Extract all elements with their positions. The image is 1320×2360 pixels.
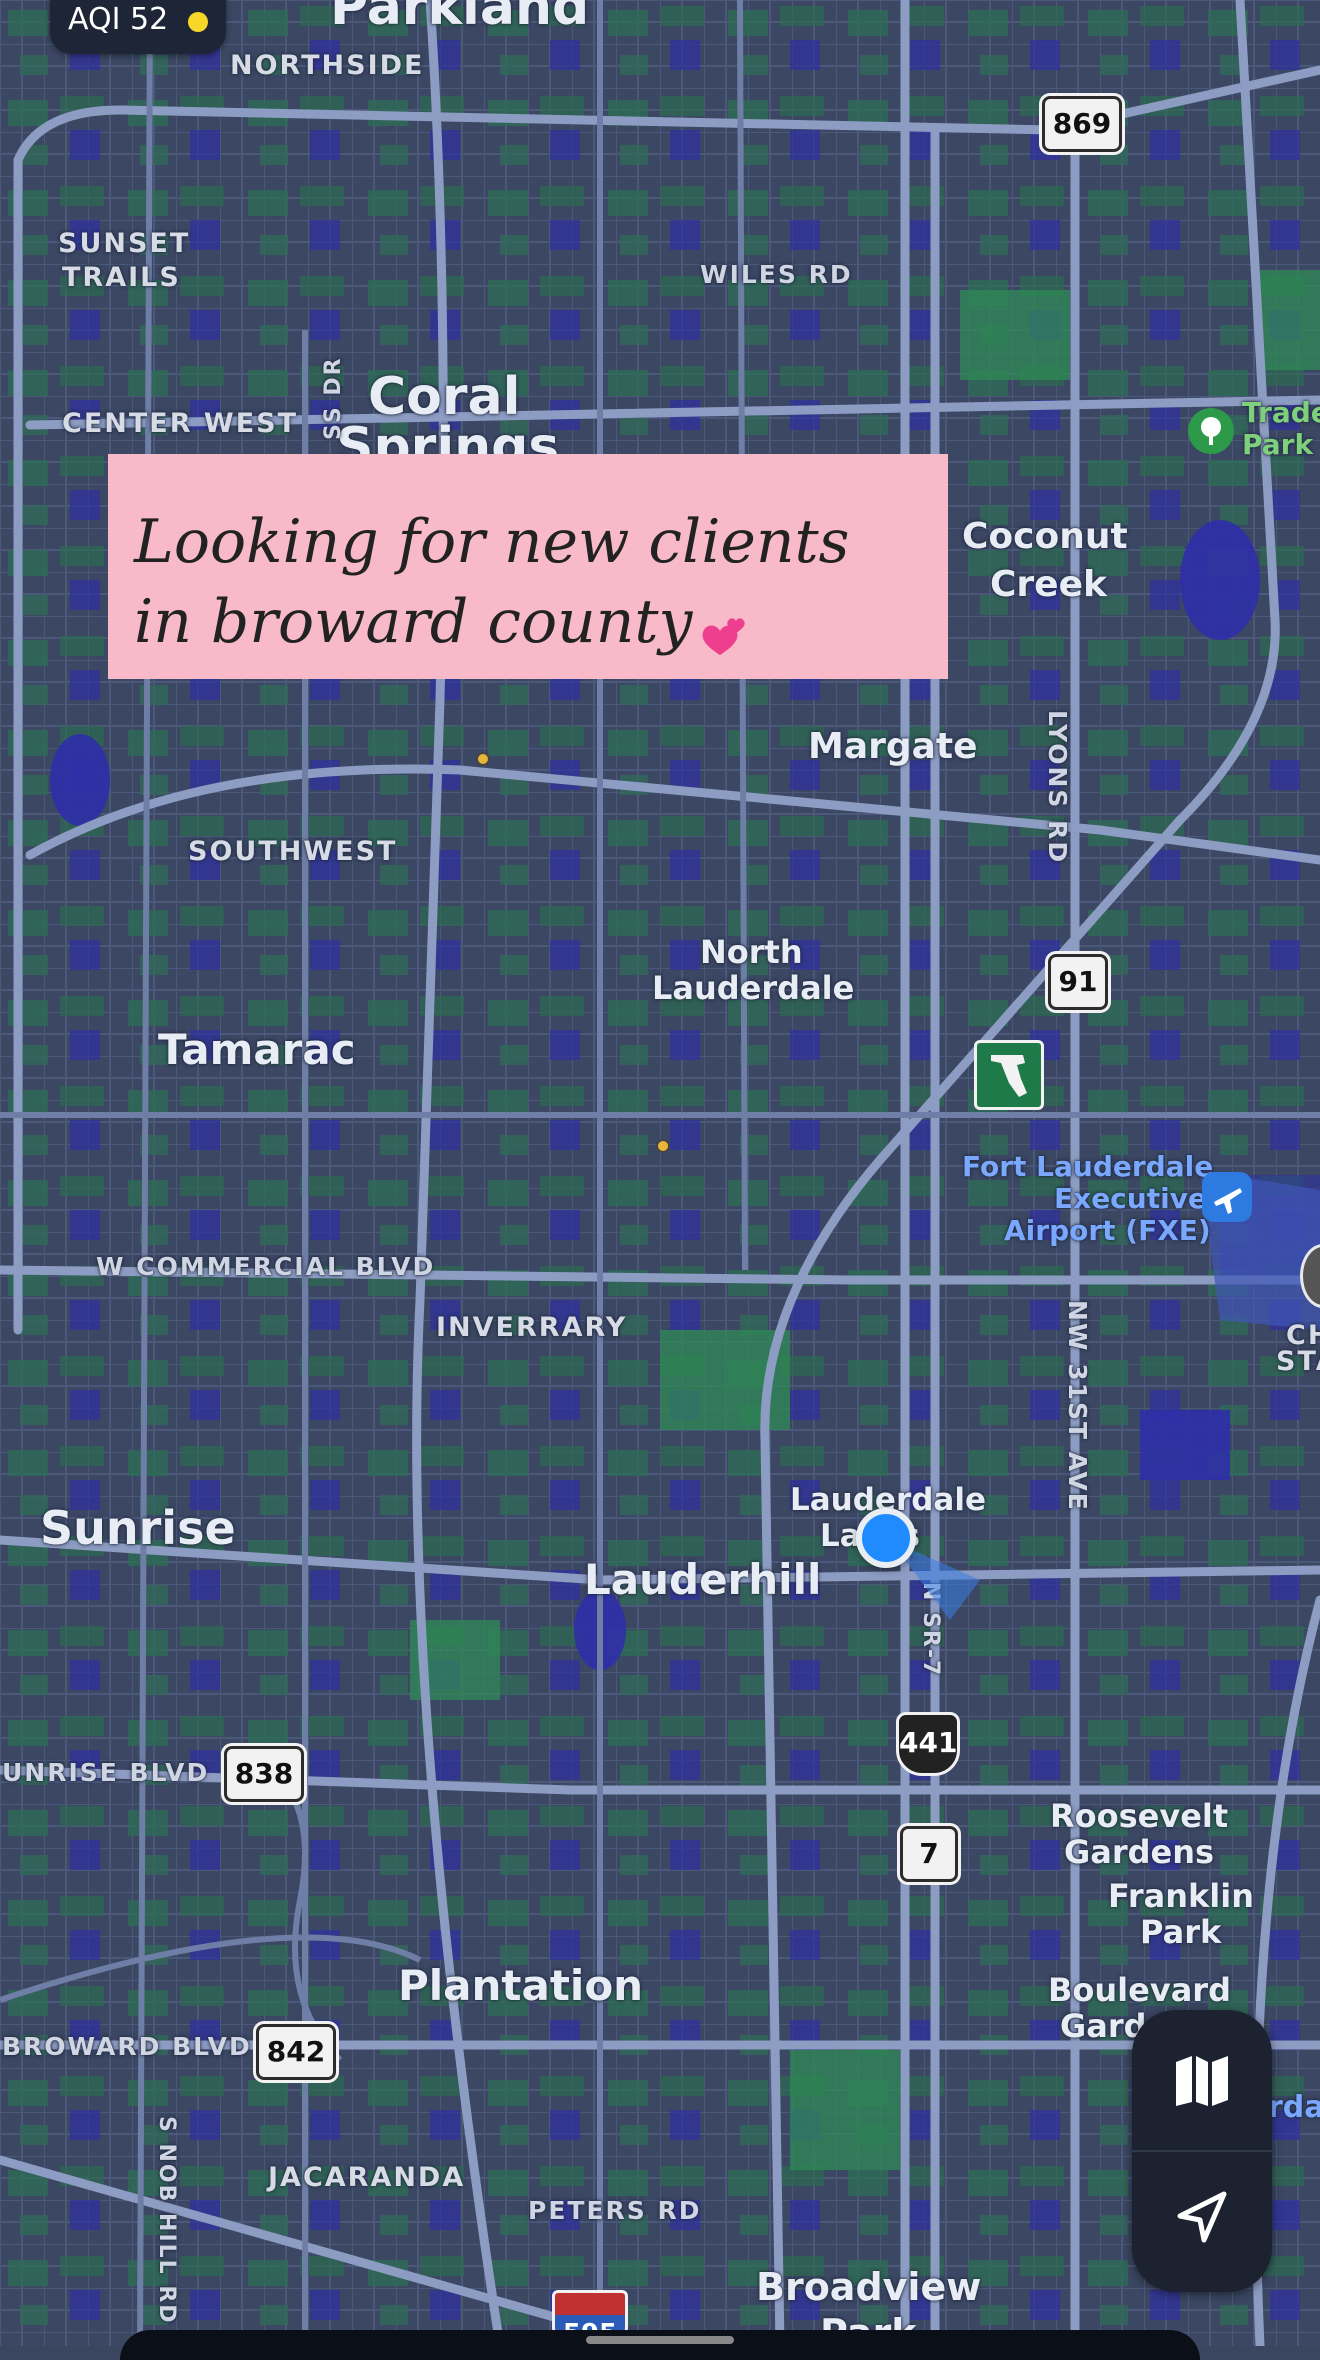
park-tree-icon[interactable] — [1188, 408, 1234, 454]
aqi-status-dot-icon — [188, 12, 208, 32]
bottom-sheet-edge[interactable] — [120, 2330, 1200, 2360]
place-label-franklin-park-2: Park — [1140, 1913, 1222, 1951]
road-label-sunrise-blvd: UNRISE BLVD — [2, 1758, 210, 1787]
route-shield-us-441: 441 — [896, 1712, 960, 1776]
poi-label-airport-2[interactable]: Executive — [1054, 1184, 1207, 1214]
neighborhood-label-sunset-trails-2: TRAILS — [62, 262, 181, 293]
neighborhood-label-southwest: SOUTHWEST — [188, 836, 398, 867]
poi-label-trade-park-2[interactable]: Park a — [1242, 430, 1320, 460]
place-label-franklin-park: Franklin — [1108, 1877, 1254, 1915]
place-label-north-lauderdale-2: Lauderdale — [652, 969, 855, 1007]
map-icon — [1176, 2056, 1228, 2106]
place-label-roosevelt-gardens: Roosevelt — [1050, 1797, 1229, 1835]
neighborhood-label-sunset-trails: SUNSET — [58, 228, 191, 259]
road-label-broward-blvd: BROWARD BLVD — [2, 2032, 252, 2061]
two-hearts-icon — [702, 617, 745, 655]
neighborhood-label-center-west: CENTER WEST — [62, 408, 298, 439]
place-label-coconut-creek-2: Creek — [990, 564, 1107, 605]
place-label-coral-springs-2: Springs — [336, 420, 560, 454]
place-label-boulevard-gardens: Boulevard — [1048, 1971, 1231, 2009]
place-label-plantation: Plantation — [398, 1961, 644, 2010]
place-label-broadview-park: Broadview — [756, 2265, 982, 2309]
poi-label-airport-3[interactable]: Airport (FXE) — [1004, 1216, 1211, 1246]
neighborhood-label-northside: NORTHSIDE — [230, 50, 425, 81]
place-label-north-lauderdale: North — [700, 933, 803, 971]
poi-label-trade-park[interactable]: Trade — [1242, 398, 1320, 428]
road-label-wiles-rd: WILES RD — [700, 260, 853, 289]
place-label-parkland: Parkland — [330, 0, 590, 37]
place-label-coral-springs: Coral — [368, 367, 521, 427]
route-shield-842: 842 — [256, 2024, 336, 2080]
neighborhood-label-ch-sta-2: STA — [1276, 1346, 1320, 1377]
controls-divider — [1132, 2150, 1272, 2152]
home-indicator[interactable] — [586, 2336, 734, 2344]
place-label-sunrise: Sunrise — [40, 1501, 236, 1555]
road-label-nw-31st-ave: NW 31ST AVE — [1063, 1300, 1092, 1512]
route-shield-838: 838 — [224, 1746, 304, 1802]
overlay-text-banner: Looking for new clients in broward count… — [108, 454, 948, 679]
place-label-tamarac: Tamarac — [158, 1025, 356, 1074]
place-label-coconut-creek: Coconut — [962, 516, 1128, 557]
turnpike-shield-icon — [974, 1040, 1044, 1110]
poi-label-partial[interactable]: rdal — [1268, 2092, 1320, 2124]
route-shield-7: 7 — [900, 1826, 958, 1882]
map-controls-panel — [1132, 2010, 1272, 2292]
place-label-margate: Margate — [808, 726, 978, 767]
map-mode-button[interactable] — [1162, 2040, 1242, 2120]
road-label-peters-rd: PETERS RD — [528, 2196, 702, 2225]
location-arrow-icon — [1177, 2191, 1227, 2243]
route-shield-91: 91 — [1048, 954, 1108, 1010]
road-label-lyons-rd: LYONS RD — [1043, 710, 1072, 865]
aqi-indicator[interactable]: AQI 52 — [50, 0, 226, 54]
locate-me-button[interactable] — [1162, 2178, 1242, 2258]
road-label-s-nob-hill-rd: S NOB HILL RD — [154, 2116, 179, 2325]
airport-icon[interactable] — [1202, 1172, 1252, 1222]
neighborhood-label-inverrary: INVERRARY — [436, 1312, 628, 1343]
neighborhood-label-jacaranda: JACARANDA — [268, 2162, 466, 2193]
place-label-roosevelt-gardens-2: Gardens — [1064, 1833, 1215, 1871]
road-label-ss-dr: SS DR — [321, 356, 346, 440]
road-label-w-commercial-blvd: W COMMERCIAL BLVD — [96, 1252, 436, 1281]
place-label-lauderhill: Lauderhill — [584, 1555, 822, 1604]
aqi-label: AQI 52 — [68, 2, 169, 37]
route-shield-869: 869 — [1042, 96, 1122, 152]
current-location-dot[interactable] — [856, 1508, 916, 1568]
poi-label-airport[interactable]: Fort Lauderdale — [962, 1152, 1213, 1182]
